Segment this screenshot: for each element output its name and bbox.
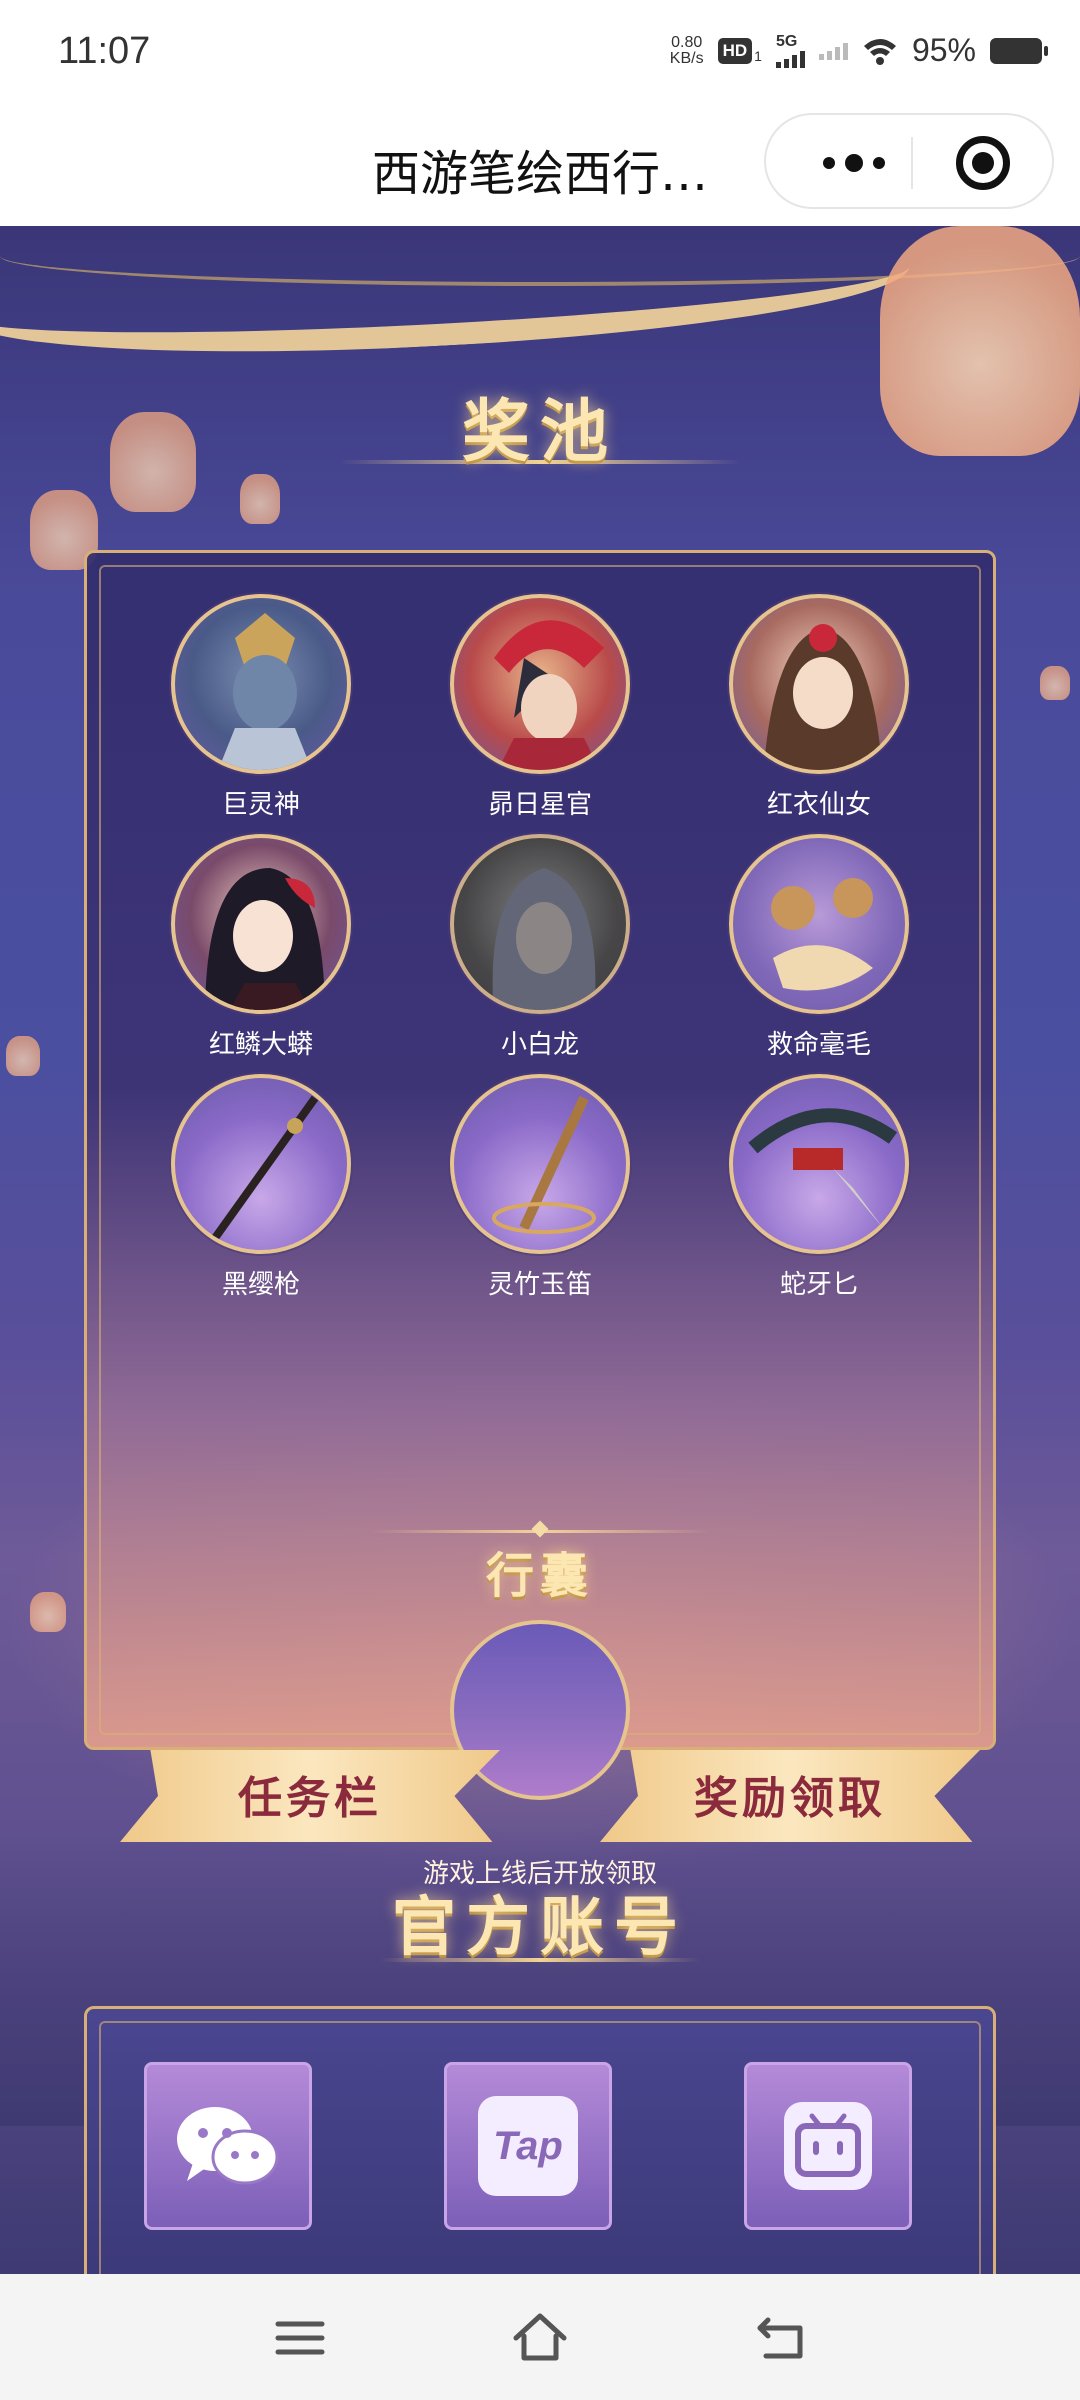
character-card[interactable]: 黑缨枪 xyxy=(141,1074,381,1301)
battery-icon xyxy=(990,37,1048,64)
hd-icon: HD 1 xyxy=(717,37,762,64)
signal-secondary-icon xyxy=(818,42,848,60)
giant-spirit-portrait xyxy=(171,594,351,774)
rewards-button[interactable]: 奖励领取 xyxy=(570,1732,990,1862)
status-time: 11:07 xyxy=(58,30,151,72)
character-card[interactable]: 小白龙 xyxy=(420,834,660,1061)
wifi-icon xyxy=(863,38,896,65)
menu-icon[interactable] xyxy=(270,2308,330,2368)
status-icons: 0.80 KB/s HD 1 5G 95% xyxy=(669,32,1048,69)
life-hair-portrait xyxy=(729,834,909,1014)
main-content: 奖池 巨灵神 昴日星官 红衣仙女 红鳞大蟒 小白龙 救命毫毛 黑缨枪 灵竹玉笛 … xyxy=(0,226,1080,2274)
character-card[interactable]: 红衣仙女 xyxy=(699,594,939,821)
back-icon[interactable] xyxy=(752,2308,812,2368)
character-card[interactable]: 昴日星官 xyxy=(420,594,660,821)
character-card[interactable]: 蛇牙匕 xyxy=(699,1074,939,1301)
accounts-title: 官方账号 xyxy=(392,1890,688,1965)
battery-percent: 95% xyxy=(911,32,976,68)
signal-5g-icon: 5G xyxy=(775,33,805,68)
red-python-portrait xyxy=(171,834,351,1014)
character-card[interactable]: 巨灵神 xyxy=(141,594,381,821)
jade-flute-portrait xyxy=(450,1074,630,1254)
taptap-icon[interactable]: Tap xyxy=(444,2062,612,2230)
snake-dagger-portrait xyxy=(729,1074,909,1254)
bag-title: 行囊 xyxy=(485,1548,594,1604)
capsule-divider xyxy=(911,137,913,189)
character-card[interactable]: 红鳞大蟒 xyxy=(141,834,381,1061)
net-speed: 0.80 KB/s xyxy=(669,33,704,67)
target-close-icon[interactable] xyxy=(956,136,1010,190)
red-fairy-portrait xyxy=(729,594,909,774)
rooster-star-portrait xyxy=(450,594,630,774)
bilibili-icon[interactable] xyxy=(744,2062,912,2230)
wechat-icon[interactable] xyxy=(144,2062,312,2230)
more-dots-icon[interactable] xyxy=(804,151,904,175)
white-dragon-portrait xyxy=(450,834,630,1014)
character-card[interactable]: 灵竹玉笛 xyxy=(420,1074,660,1301)
mini-program-navbar: 西游笔绘西行… xyxy=(0,108,1080,226)
black-spear-portrait xyxy=(171,1074,351,1254)
pool-title: 奖池 xyxy=(461,392,618,472)
character-card[interactable]: 救命毫毛 xyxy=(699,834,939,1061)
lantern-decoration xyxy=(6,1036,40,1076)
status-bar: 11:07 0.80 KB/s HD 1 5G 95% xyxy=(0,0,1080,108)
system-navigation-bar xyxy=(0,2274,1080,2400)
tasks-button[interactable]: 任务栏 xyxy=(90,1732,510,1862)
home-icon[interactable] xyxy=(510,2308,570,2368)
capsule-menu xyxy=(764,113,1054,209)
lantern-decoration xyxy=(240,474,280,524)
lantern-decoration xyxy=(1040,666,1070,700)
